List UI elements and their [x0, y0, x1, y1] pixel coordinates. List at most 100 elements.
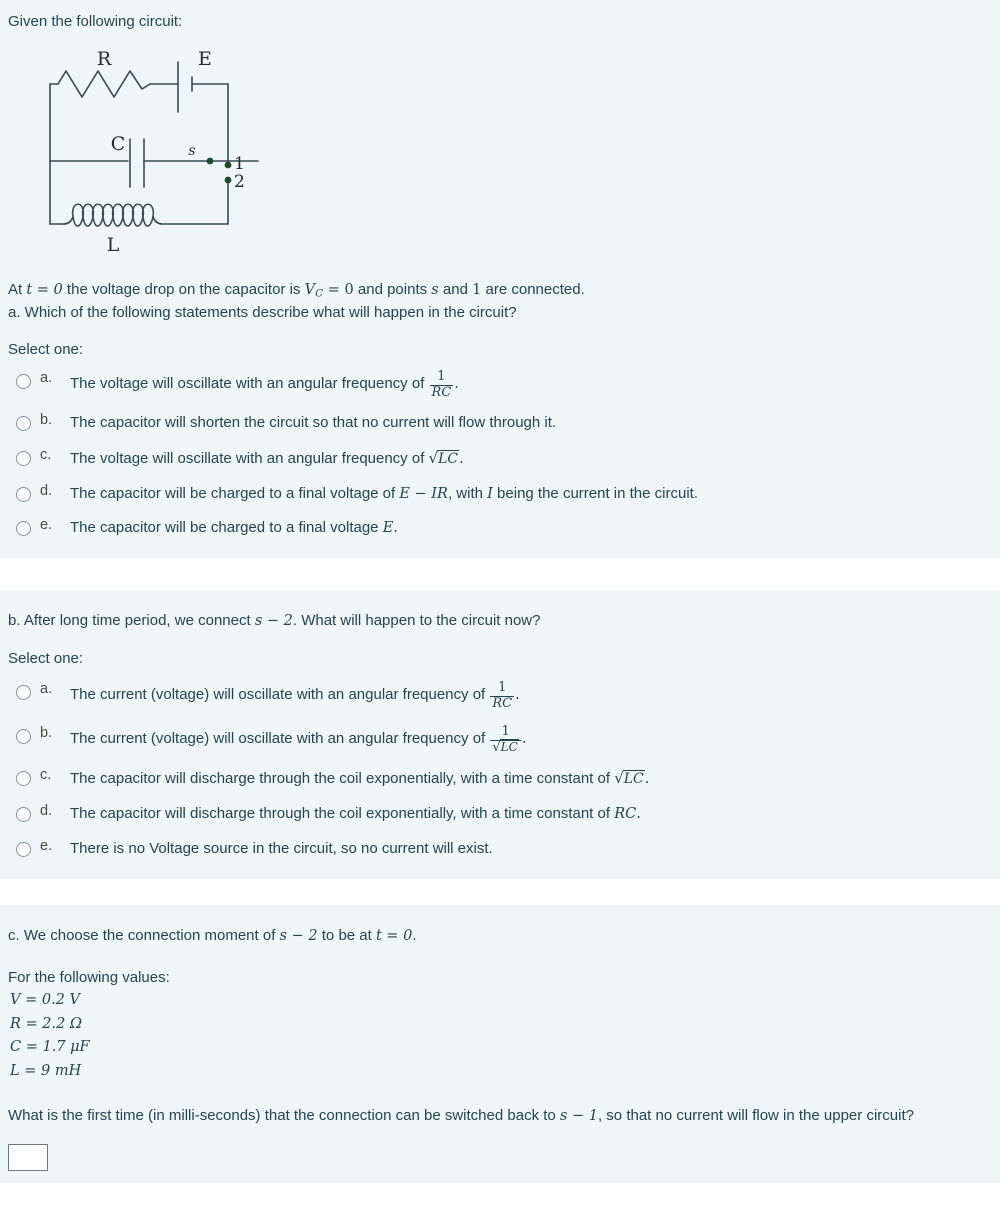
option-text-after: .	[459, 450, 464, 467]
option-key: d.	[40, 482, 53, 499]
radio-a-e[interactable]	[16, 521, 31, 537]
stmt-and: and	[438, 280, 473, 298]
sqrt-LC: √LC	[614, 767, 645, 790]
stmt-s: s	[431, 281, 439, 298]
sqrt-LC: √LC	[492, 738, 519, 756]
option-text-before: The current (voltage) will oscillate wit…	[70, 730, 490, 748]
radio-b-c[interactable]	[16, 771, 31, 787]
option-b-e[interactable]: e. There is no Voltage source in the cir…	[8, 838, 992, 861]
radio-b-b[interactable]	[16, 729, 31, 745]
option-key: e.	[40, 837, 53, 854]
option-a-d[interactable]: d. The capacitor will be charged to a fi…	[8, 483, 992, 506]
sqrt-LC: √LC	[429, 447, 460, 470]
radio-a-c[interactable]	[16, 450, 31, 466]
section-separator-2	[0, 879, 1000, 906]
label-s: s	[188, 143, 195, 159]
stmt-vc: V	[304, 281, 316, 298]
stmt-t: t = 0	[26, 281, 63, 298]
label-E: E	[198, 49, 212, 70]
stmt-vc-sub: C	[315, 287, 324, 300]
option-a-a[interactable]: a. The voltage will oscillate with an an…	[8, 370, 992, 400]
fraction-denominator: RC	[490, 695, 515, 711]
option-key: c.	[40, 446, 52, 463]
question-a-section: Given the following circuit: R E C L s 1…	[0, 0, 1000, 559]
question-b-section: b. After long time period, we connect s …	[0, 591, 1000, 880]
final-q-prefix: What is the first time (in milli-seconds…	[8, 1107, 560, 1125]
question-c-section: c. We choose the connection moment of s …	[0, 905, 1000, 1184]
part-c-l1-mid: to be at	[317, 927, 376, 945]
fraction-1-over-sqrt-LC: 1 √LC	[490, 725, 521, 756]
part-c-line1: c. We choose the connection moment of s …	[8, 925, 992, 947]
stmt-prefix: At	[8, 280, 27, 298]
part-c-l1-prefix: c. We choose the connection moment of	[8, 927, 280, 945]
option-text-after: .	[636, 806, 641, 823]
option-a-b[interactable]: b. The capacitor will shorten the circui…	[8, 412, 992, 435]
part-b-q-prefix: b. After long time period, we connect	[8, 612, 255, 630]
part-a-options: a. The voltage will oscillate with an an…	[8, 370, 992, 540]
quiz-page: Given the following circuit: R E C L s 1…	[0, 0, 1000, 1230]
section-separator-1	[0, 558, 1000, 592]
values-heading: For the following values:	[8, 969, 170, 987]
answer-input[interactable]	[8, 1144, 48, 1172]
part-b-select-one: Select one:	[8, 650, 84, 668]
option-text: The voltage will oscillate with an angul…	[70, 447, 992, 471]
terminal-2-dot[interactable]	[224, 176, 232, 184]
stmt-end: are connected.	[481, 280, 585, 298]
inline-math-E: E	[382, 520, 394, 537]
option-b-c[interactable]: c. The capacitor will discharge through …	[8, 767, 992, 791]
fraction-denominator: RC	[429, 384, 454, 400]
option-a-c[interactable]: c. The voltage will oscillate with an an…	[8, 447, 992, 471]
part-b-q-math: s − 2	[254, 613, 293, 630]
inline-math-RC: RC	[614, 806, 637, 823]
option-text-after: .	[515, 686, 520, 703]
option-key: e.	[40, 517, 53, 534]
stmt-mid: the voltage drop on the capacitor is	[62, 280, 305, 298]
option-a-e[interactable]: e. The capacitor will be charged to a fi…	[8, 517, 992, 540]
option-b-d[interactable]: d. The capacitor will discharge through …	[8, 803, 992, 826]
option-b-a[interactable]: a. The current (voltage) will oscillate …	[8, 681, 992, 711]
option-text-after: .	[393, 520, 398, 537]
value-R: R = 2.2 Ω	[10, 1015, 82, 1032]
option-text: The voltage will oscillate with an angul…	[70, 370, 992, 400]
final-question: What is the first time (in milli-seconds…	[8, 1105, 992, 1127]
value-V: V = 0.2 V	[10, 992, 80, 1009]
part-c-l1-math: s − 2	[279, 928, 318, 945]
radio-b-d[interactable]	[16, 807, 31, 823]
fraction-numerator: 1	[437, 369, 446, 385]
radio-b-a[interactable]	[16, 685, 31, 701]
switch-pivot-dot[interactable]	[206, 157, 214, 165]
part-a-select-one: Select one:	[8, 341, 84, 359]
option-text: The current (voltage) will oscillate wit…	[70, 681, 992, 711]
radicand: LC	[622, 770, 645, 788]
option-text-before: The capacitor will be charged to a final…	[70, 519, 383, 537]
inductor-coils	[71, 203, 155, 227]
inductor-lead-right	[152, 215, 163, 225]
fraction-1-over-RC: 1 RC	[429, 369, 454, 400]
fraction-denominator: √LC	[490, 738, 521, 756]
terminal-1-dot[interactable]	[224, 161, 232, 169]
inductor-lead-left	[63, 215, 74, 225]
radio-a-a[interactable]	[16, 374, 31, 390]
option-text: The capacitor will discharge through the…	[70, 767, 992, 791]
option-text-middle: , with	[447, 484, 488, 502]
radio-a-b[interactable]	[16, 416, 31, 432]
final-q-suffix: , so that no current will flow in the up…	[597, 1107, 914, 1125]
label-1: 1	[234, 154, 245, 174]
inline-math-E-minus-IR: E − IR	[399, 485, 448, 502]
option-key: c.	[40, 767, 52, 784]
label-L: L	[107, 234, 120, 256]
option-key: d.	[40, 803, 53, 820]
option-text: The capacitor will be charged to a final…	[70, 483, 992, 506]
part-b-options: a. The current (voltage) will oscillate …	[8, 681, 992, 860]
resistor-zigzag	[57, 69, 151, 98]
option-text-after: .	[644, 771, 650, 788]
value-C: C = 1.7 μF	[10, 1039, 90, 1056]
option-text-after: .	[521, 731, 527, 748]
label-2: 2	[234, 172, 245, 192]
option-b-b[interactable]: b. The current (voltage) will oscillate …	[8, 725, 992, 755]
circuit-diagram: R E C L s 1 2	[20, 48, 1000, 263]
radio-a-d[interactable]	[16, 486, 31, 502]
option-key: a.	[40, 681, 53, 698]
radio-b-e[interactable]	[16, 841, 31, 857]
